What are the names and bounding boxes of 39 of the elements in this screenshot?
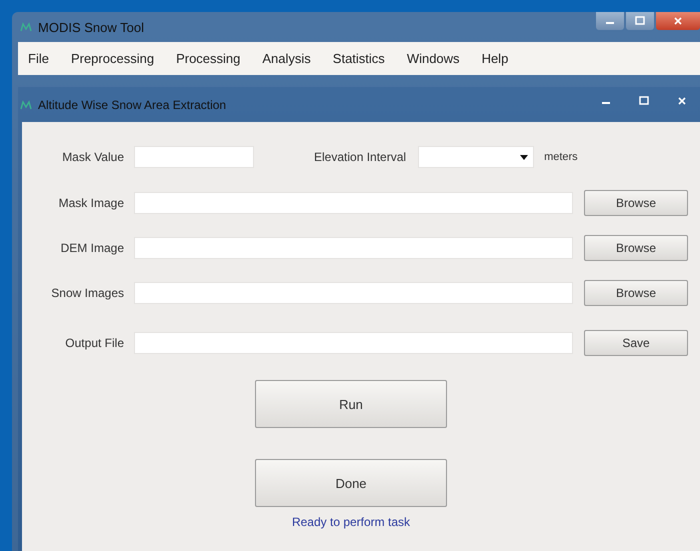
browse-button[interactable]: Browse: [584, 235, 688, 261]
maximize-button[interactable]: [626, 12, 654, 30]
menu-item[interactable]: Preprocessing: [70, 51, 154, 66]
action-button[interactable]: Run: [255, 380, 447, 428]
path-field[interactable]: [134, 237, 573, 259]
window-title: MODIS Snow Tool: [38, 20, 144, 34]
field-label: Elevation Interval: [314, 150, 406, 164]
status-text: Ready to perform task: [292, 515, 410, 529]
maximize-icon: [635, 16, 645, 26]
path-field[interactable]: [134, 192, 573, 214]
field-label: Mask Value: [61, 150, 124, 164]
action-button[interactable]: Done: [255, 459, 447, 507]
menu-item[interactable]: Analysis: [262, 51, 311, 66]
app-logo-icon: [20, 100, 32, 110]
menu-item[interactable]: Processing: [176, 51, 240, 66]
close-icon: [673, 16, 683, 26]
field-label: DEM Image: [60, 241, 124, 255]
field-label: Output File: [64, 336, 124, 350]
menu-item[interactable]: Windows: [406, 51, 460, 66]
path-field[interactable]: [134, 332, 573, 354]
maximize-icon: [639, 96, 649, 106]
minimize-button[interactable]: [596, 12, 624, 30]
dropdown-arrow-icon: [520, 154, 528, 160]
menu-item[interactable]: Statistics: [332, 51, 385, 66]
browse-button[interactable]: Save: [584, 330, 688, 356]
browse-button[interactable]: Browse: [584, 280, 688, 306]
close-icon: [677, 96, 687, 106]
field-label: Mask Image: [58, 196, 124, 210]
menu-item[interactable]: Help: [482, 51, 508, 66]
elevation-interval-dropdown[interactable]: [418, 146, 534, 168]
unit-label: meters: [544, 151, 578, 163]
close-button[interactable]: [656, 12, 700, 30]
browse-button[interactable]: Browse: [584, 190, 688, 216]
mask-value-field[interactable]: [134, 146, 254, 168]
field-label: Snow Images: [50, 286, 124, 300]
app-logo-icon: [20, 22, 32, 32]
path-field[interactable]: [134, 282, 573, 304]
dialog-title: Altitude Wise Snow Area Extraction: [38, 98, 226, 112]
menu-item[interactable]: File: [28, 51, 49, 66]
